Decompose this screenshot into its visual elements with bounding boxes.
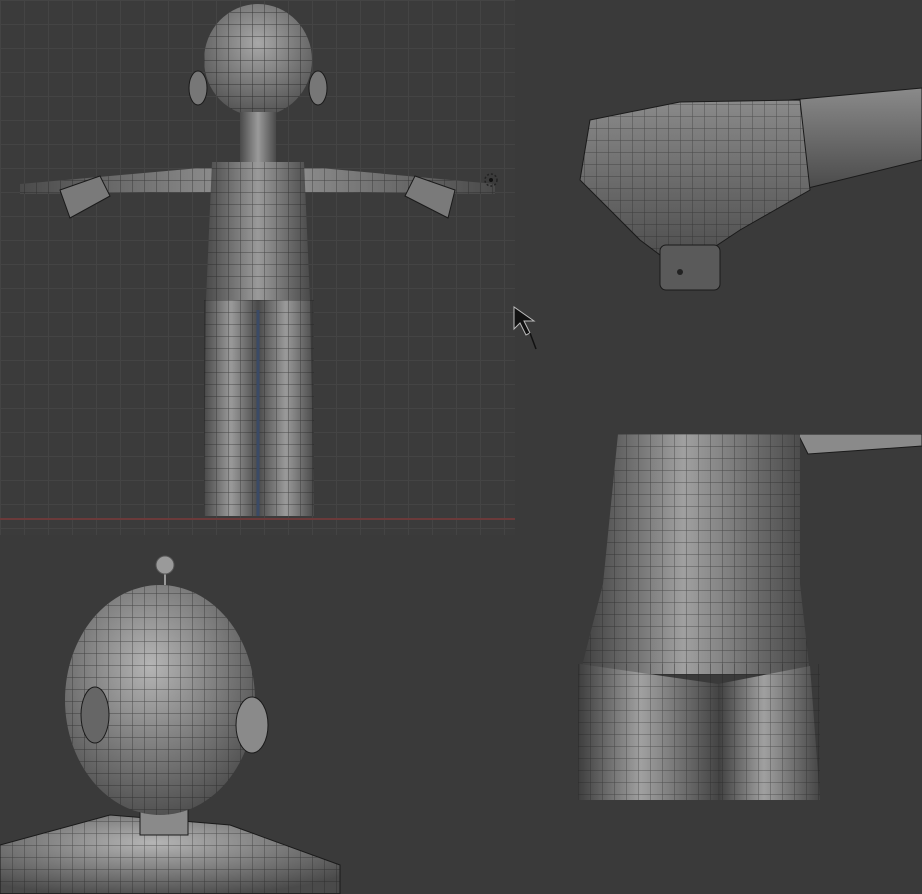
- front-viewport[interactable]: [0, 0, 515, 535]
- fist-viewport[interactable]: [560, 80, 922, 310]
- fist-mesh[interactable]: [579, 87, 922, 291]
- hip-viewport[interactable]: [578, 434, 922, 804]
- fist-view-canvas[interactable]: [560, 80, 922, 310]
- head-view-canvas[interactable]: [0, 545, 345, 894]
- tpose-mesh[interactable]: [20, 4, 495, 516]
- front-view-canvas[interactable]: [0, 0, 515, 535]
- mouse-cursor-icon: [513, 306, 537, 350]
- hip-mesh[interactable]: [578, 434, 922, 800]
- head-bone-handle-icon[interactable]: [155, 555, 175, 585]
- head-mesh[interactable]: [0, 585, 341, 894]
- hip-view-canvas[interactable]: [578, 434, 922, 804]
- head-viewport[interactable]: [0, 545, 345, 894]
